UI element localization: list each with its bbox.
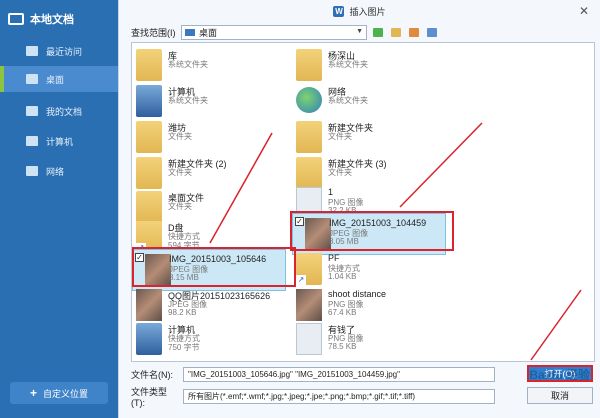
desktop-icon bbox=[26, 74, 38, 84]
folder-icon bbox=[26, 106, 38, 116]
open-button[interactable]: 打开(O) bbox=[527, 365, 593, 382]
item-size: 78.5 KB bbox=[328, 342, 357, 351]
sidebar-item-label: 桌面 bbox=[46, 74, 65, 85]
sidebar-item-label: 我的文档 bbox=[46, 106, 83, 117]
back-button[interactable] bbox=[371, 25, 385, 39]
up-folder-icon bbox=[391, 27, 401, 37]
filename-input[interactable]: "IMG_20151003_105646.jpg" "IMG_20151003_… bbox=[183, 366, 495, 382]
photo-thumbnail-icon bbox=[145, 254, 171, 286]
item-name: IMG_20151003_104459 bbox=[329, 218, 427, 228]
lookin-label: 查找范围(I) bbox=[131, 27, 176, 38]
library-icon bbox=[136, 49, 162, 81]
item-type: 系统文件夹 bbox=[328, 96, 368, 105]
add-location-label: 自定义位置 bbox=[43, 388, 89, 399]
item-name: shoot distance bbox=[328, 289, 387, 299]
filetype-label: 文件类型(T): bbox=[131, 386, 168, 408]
item-type: 系统文件夹 bbox=[328, 60, 368, 69]
photo-thumbnail-icon bbox=[136, 289, 162, 321]
wps-logo-icon: W bbox=[333, 5, 345, 17]
shortcut-icon bbox=[296, 253, 322, 285]
lookin-value: 桌面 bbox=[199, 27, 218, 38]
computer-shortcut-icon bbox=[136, 323, 162, 355]
item-type: 文件夹 bbox=[328, 132, 352, 141]
sidebar-item-desktop[interactable]: 桌面 bbox=[0, 66, 118, 92]
item-size: 98.2 KB bbox=[168, 308, 197, 317]
filetype-select[interactable]: 所有图片(*.emf;*.wmf;*.jpg;*.jpeg;*.jpe;*.pn… bbox=[183, 388, 495, 404]
sidebar-item-computer[interactable]: 计算机 bbox=[0, 128, 118, 154]
filetype-row: 文件类型(T): 所有图片(*.emf;*.wmf;*.jpg;*.jpeg;*… bbox=[131, 387, 495, 408]
filename-label: 文件名(N): bbox=[131, 369, 173, 380]
view-menu-button[interactable] bbox=[425, 25, 439, 39]
user-folder-icon bbox=[296, 49, 322, 81]
sidebar-item-label: 计算机 bbox=[46, 136, 74, 147]
sidebar-item-network[interactable]: 网络 bbox=[0, 158, 118, 184]
item-type: 文件夹 bbox=[168, 202, 192, 211]
dialog-title: 插入图片 bbox=[349, 6, 386, 17]
item-type: 系统文件夹 bbox=[168, 96, 208, 105]
checkbox-checked[interactable]: ✓ bbox=[295, 217, 304, 226]
filename-row: 文件名(N): "IMG_20151003_105646.jpg" "IMG_2… bbox=[131, 366, 495, 382]
lookin-combobox[interactable]: 桌面 ▼ bbox=[181, 24, 367, 40]
folder-icon bbox=[296, 121, 322, 153]
sidebar-item-label: 网络 bbox=[46, 166, 65, 177]
chevron-down-icon: ▼ bbox=[356, 27, 363, 35]
add-location-button[interactable]: + 自定义位置 bbox=[10, 382, 108, 404]
folder-icon bbox=[136, 157, 162, 189]
item-name: IMG_20151003_105646 bbox=[169, 254, 267, 264]
plus-icon: + bbox=[29, 386, 37, 400]
item-type: 系统文件夹 bbox=[168, 60, 208, 69]
item-name: PF bbox=[328, 253, 340, 263]
checkbox-checked[interactable]: ✓ bbox=[135, 253, 144, 262]
new-folder-icon bbox=[409, 27, 419, 37]
new-folder-button[interactable] bbox=[407, 25, 421, 39]
item-type: 文件夹 bbox=[328, 168, 352, 177]
sidebar-title-label: 本地文档 bbox=[30, 14, 74, 26]
item-name: 1 bbox=[328, 187, 334, 197]
sidebar-item-recent[interactable]: 最近访问 bbox=[0, 38, 118, 64]
lookin-row: 查找范围(I) 桌面 ▼ bbox=[131, 24, 591, 40]
item-size: 1.04 KB bbox=[328, 272, 357, 281]
photo-thumbnail-icon bbox=[305, 218, 331, 250]
folder-icon bbox=[136, 121, 162, 153]
back-arrow-icon bbox=[373, 27, 383, 37]
dialog-titlebar: W 插入图片 ✕ bbox=[119, 0, 600, 22]
image-thumbnail-icon bbox=[296, 323, 322, 355]
item-type: 文件夹 bbox=[168, 168, 192, 177]
sidebar: 本地文档 最近访问 桌面 我的文档 计算机 网络 + 自定义位置 bbox=[0, 0, 118, 418]
view-grid-icon bbox=[427, 27, 437, 37]
item-type: 文件夹 bbox=[168, 132, 192, 141]
list-item[interactable]: 有钱了 PNG 图像 78.5 KB bbox=[292, 319, 452, 361]
cancel-button[interactable]: 取消 bbox=[527, 387, 593, 404]
sidebar-title: 本地文档 bbox=[8, 8, 74, 30]
item-size: 67.4 KB bbox=[328, 308, 357, 317]
list-item[interactable]: 计算机 快捷方式 750 字节 bbox=[132, 319, 292, 361]
monitor-icon bbox=[8, 13, 24, 25]
insert-picture-dialog: W 插入图片 ✕ 查找范围(I) 桌面 ▼ 库 系统文件夹 计算机 系统文件夹 bbox=[118, 0, 600, 418]
network-icon bbox=[26, 166, 38, 176]
desktop-icon bbox=[185, 28, 195, 36]
up-folder-button[interactable] bbox=[389, 25, 403, 39]
item-size: 3.15 MB bbox=[169, 273, 199, 282]
computer-icon bbox=[136, 85, 162, 117]
sidebar-item-label: 最近访问 bbox=[46, 46, 83, 57]
item-size: 750 字节 bbox=[168, 343, 200, 352]
item-size: 3.05 MB bbox=[329, 237, 359, 246]
clock-icon bbox=[26, 46, 38, 56]
photo-thumbnail-icon bbox=[296, 289, 322, 321]
sidebar-item-documents[interactable]: 我的文档 bbox=[0, 98, 118, 124]
network-icon bbox=[296, 87, 322, 113]
close-button[interactable]: ✕ bbox=[576, 3, 592, 19]
computer-icon bbox=[26, 136, 38, 146]
file-list: 库 系统文件夹 计算机 系统文件夹 潍坊 文件夹 新建文件夹 (2) 文件夹 桌… bbox=[131, 42, 595, 362]
